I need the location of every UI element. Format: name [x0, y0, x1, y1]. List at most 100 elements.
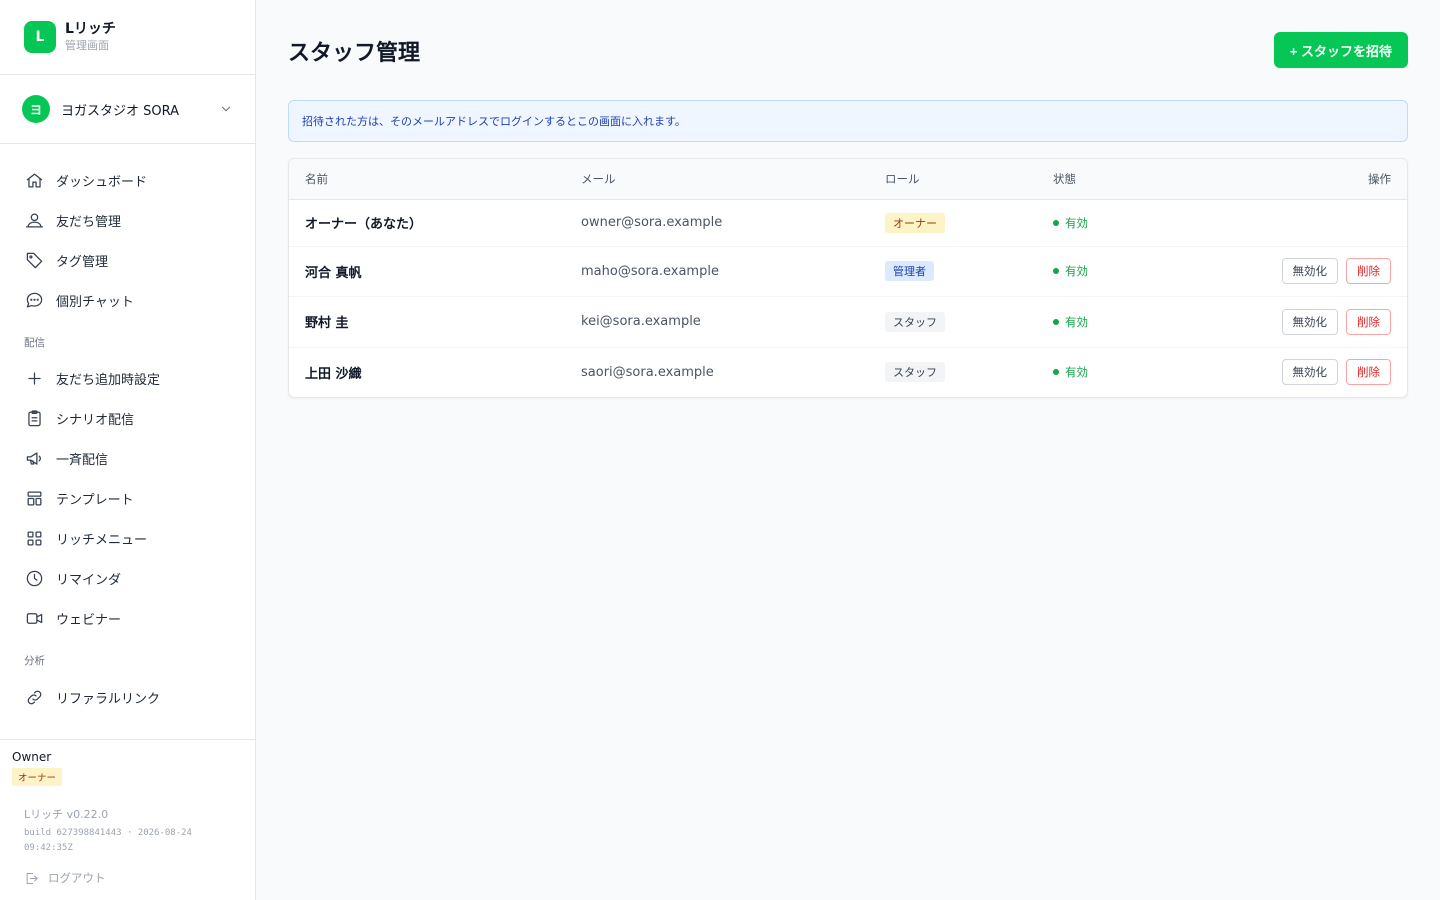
- staff-name: オーナー（あなた）: [305, 217, 423, 232]
- app-version: Lリッチ v0.22.0: [24, 808, 109, 821]
- status-dot: [1053, 318, 1059, 325]
- brand-name: Lリッチ: [65, 21, 116, 37]
- table-row: オーナー（あなた） owner@sora.example オーナー 有効: [289, 199, 1407, 246]
- sidebar-item-label: リマインダ: [56, 572, 122, 588]
- staff-name: 上田 沙織: [305, 366, 362, 382]
- account-switcher[interactable]: ヨ ヨガスタジオ SORA: [0, 75, 255, 144]
- disable-button[interactable]: 無効化: [1281, 308, 1338, 335]
- page-title: スタッフ管理: [288, 41, 421, 66]
- disable-button[interactable]: 無効化: [1281, 359, 1338, 386]
- home-icon: [24, 170, 44, 190]
- sidebar-item-friends[interactable]: 友だち管理: [0, 200, 255, 240]
- page-header: スタッフ管理 + スタッフを招待: [288, 0, 1408, 100]
- sidebar-item-broadcast[interactable]: 一斉配信: [0, 438, 255, 478]
- delete-button[interactable]: 削除: [1346, 258, 1391, 284]
- status-badge: 有効: [1053, 215, 1187, 231]
- delete-button[interactable]: 削除: [1346, 359, 1391, 386]
- current-role-badge: オーナー: [12, 768, 63, 786]
- status-dot: [1053, 369, 1059, 376]
- sidebar-item-label: テンプレート: [56, 492, 134, 508]
- clock-icon: [24, 568, 44, 588]
- table-row: 上田 沙織 saori@sora.example スタッフ 有効 無効化 削除: [289, 347, 1407, 397]
- staff-name: 野村 圭: [305, 316, 349, 331]
- sidebar-footer: Owner オーナー Lリッチ v0.22.0 build 6273988414…: [0, 739, 255, 886]
- sidebar-nav: ダッシュボード 友だち管理 タグ管理 個別チャット 配信 友だち追加時設定 シナ…: [0, 144, 255, 717]
- sidebar-item-template[interactable]: テンプレート: [0, 478, 255, 518]
- sidebar-item-label: リッチメニュー: [56, 532, 148, 548]
- sidebar-item-webinar[interactable]: ウェビナー: [0, 598, 255, 638]
- clipboard-icon: [24, 408, 44, 428]
- column-header-email: メール: [581, 171, 616, 186]
- sidebar-item-tags[interactable]: タグ管理: [0, 240, 255, 280]
- sidebar-item-chat[interactable]: 個別チャット: [0, 280, 255, 320]
- table-header-row: 名前 メール ロール 状態 操作: [289, 159, 1407, 199]
- template-icon: [24, 488, 44, 508]
- role-badge: スタッフ: [885, 362, 945, 383]
- chat-icon: [24, 290, 44, 310]
- chevron-down-icon: [221, 106, 231, 112]
- nav-section-analysis: 分析: [24, 654, 45, 667]
- video-icon: [24, 608, 44, 628]
- megaphone-icon: [24, 448, 44, 468]
- row-actions: 無効化 削除: [1187, 296, 1407, 347]
- sidebar-item-rich-menu[interactable]: リッチメニュー: [0, 518, 255, 558]
- sidebar-item-label: 個別チャット: [56, 294, 134, 310]
- status-label: 有効: [1065, 264, 1088, 278]
- sidebar-item-label: ダッシュボード: [56, 174, 148, 190]
- main-content: スタッフ管理 + スタッフを招待 招待された方は、そのメールアドレスでログインす…: [288, 0, 1408, 398]
- sidebar-item-referral-link[interactable]: リファラルリンク: [0, 677, 255, 717]
- table-row: 河合 真帆 maho@sora.example 管理者 有効 無効化 削除: [289, 246, 1407, 296]
- column-header-name: 名前: [305, 171, 328, 186]
- sidebar-item-label: シナリオ配信: [56, 412, 135, 428]
- role-badge: スタッフ: [885, 311, 945, 332]
- account-avatar: ヨ: [22, 95, 50, 123]
- status-dot: [1053, 268, 1059, 274]
- logout-icon: [26, 872, 38, 884]
- row-actions: [1187, 199, 1407, 246]
- status-badge: 有効: [1053, 314, 1187, 330]
- sidebar-item-label: タグ管理: [56, 254, 109, 270]
- staff-email: maho@sora.example: [581, 263, 719, 279]
- column-header-status: 状態: [1053, 171, 1076, 186]
- account-name: ヨガスタジオ SORA: [61, 103, 180, 119]
- column-header-role: ロール: [885, 171, 920, 186]
- plus-icon: [24, 368, 44, 388]
- row-actions: 無効化 削除: [1187, 347, 1407, 397]
- sidebar-item-label: ウェビナー: [56, 612, 122, 628]
- sidebar-item-friend-add-settings[interactable]: 友だち追加時設定: [0, 358, 255, 398]
- staff-name: 河合 真帆: [305, 265, 362, 281]
- logout-label: ログアウト: [48, 871, 106, 885]
- build-info: build 627398841443 · 2026-08-24 09:42:35…: [24, 828, 192, 853]
- sidebar-item-label: 友だち管理: [56, 214, 122, 230]
- column-header-ops: 操作: [1368, 171, 1391, 186]
- disable-button[interactable]: 無効化: [1281, 258, 1338, 284]
- status-badge: 有効: [1053, 263, 1187, 279]
- info-banner: 招待された方は、そのメールアドレスでログインするとこの画面に入れます。: [288, 100, 1408, 142]
- sidebar: L Lリッチ 管理画面 ヨ ヨガスタジオ SORA ダッシュボード 友だち管理 …: [0, 0, 256, 900]
- sidebar-item-dashboard[interactable]: ダッシュボード: [0, 160, 255, 200]
- invite-staff-button[interactable]: + スタッフを招待: [1273, 32, 1408, 68]
- role-badge: オーナー: [885, 212, 945, 233]
- brand-subtitle: 管理画面: [65, 39, 109, 52]
- nav-section-delivery: 配信: [24, 336, 45, 349]
- staff-table: 名前 メール ロール 状態 操作 オーナー（あなた） owner@sora.ex…: [289, 159, 1407, 397]
- sidebar-item-label: 友だち追加時設定: [56, 372, 161, 388]
- current-role-name: Owner: [12, 750, 52, 764]
- link-icon: [24, 687, 44, 707]
- status-label: 有効: [1065, 365, 1088, 380]
- staff-email: owner@sora.example: [581, 215, 723, 230]
- role-badge: 管理者: [885, 261, 934, 281]
- brand-logo: L: [24, 21, 56, 53]
- sidebar-item-reminder[interactable]: リマインダ: [0, 558, 255, 598]
- status-label: 有効: [1065, 215, 1088, 230]
- status-badge: 有効: [1053, 364, 1187, 380]
- status-dot: [1053, 219, 1059, 226]
- logout-button[interactable]: ログアウト: [0, 870, 255, 886]
- sidebar-item-label: リファラルリンク: [56, 691, 161, 707]
- staff-email: saori@sora.example: [581, 364, 714, 380]
- brand: L Lリッチ 管理画面: [0, 0, 255, 75]
- sidebar-item-scenario[interactable]: シナリオ配信: [0, 398, 255, 438]
- users-icon: [24, 210, 44, 230]
- delete-button[interactable]: 削除: [1346, 308, 1391, 335]
- table-row: 野村 圭 kei@sora.example スタッフ 有効 無効化 削除: [289, 296, 1407, 347]
